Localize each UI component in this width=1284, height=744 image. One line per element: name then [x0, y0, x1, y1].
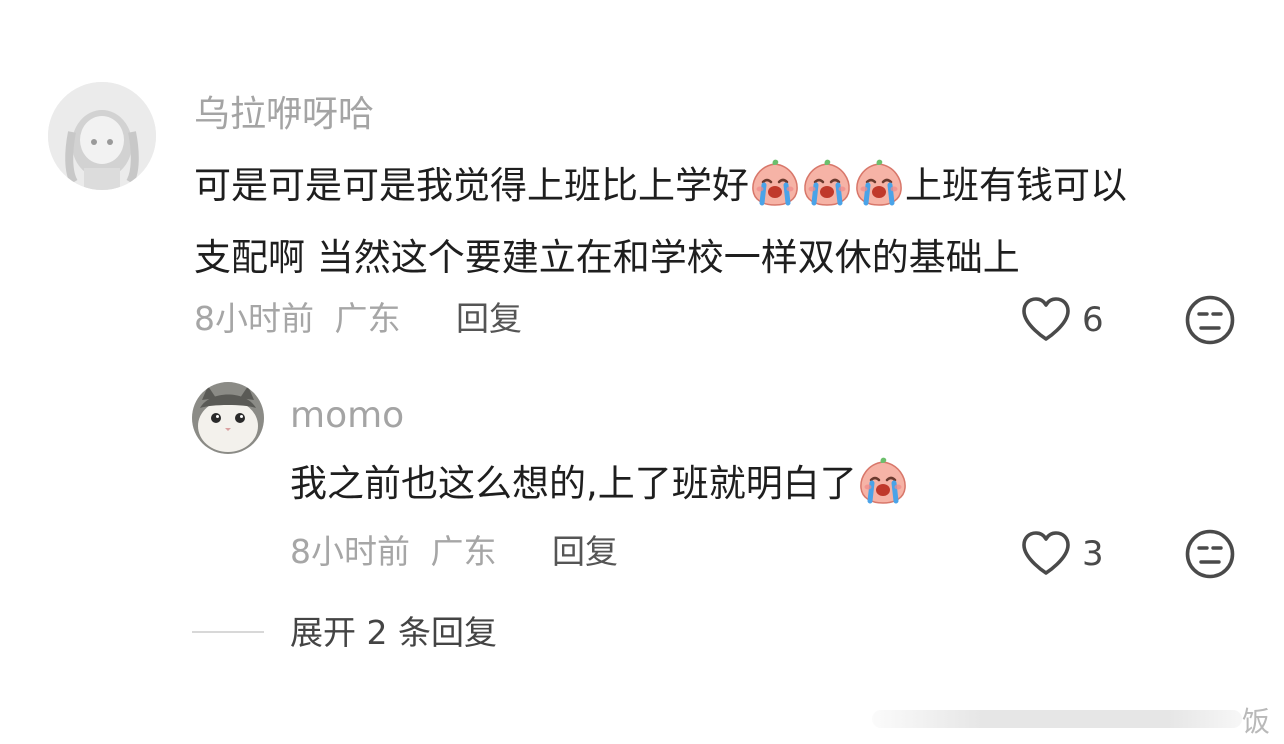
- reply-text: 我之前也这么想的,上了班就明白了: [290, 456, 1190, 509]
- reply-like-count: 3: [1082, 534, 1104, 574]
- reply-reply-button[interactable]: 回复: [552, 532, 618, 572]
- meh-face-icon[interactable]: [1184, 528, 1236, 580]
- comment-reply-button[interactable]: 回复: [456, 299, 522, 339]
- anime-girl-avatar-icon: [48, 82, 156, 190]
- cat-avatar-icon: [192, 382, 264, 454]
- expand-divider: [192, 631, 264, 633]
- watermark: 饭: [872, 702, 1272, 738]
- reply-text-content: 我之前也这么想的,上了班就明白了: [290, 462, 857, 505]
- crying-peach-emoji-icon: [801, 158, 853, 206]
- crying-peach-emoji-icon: [749, 158, 801, 206]
- comment-like-count: 6: [1082, 300, 1104, 340]
- commenter-avatar[interactable]: [48, 82, 156, 190]
- meh-face-icon[interactable]: [1184, 294, 1236, 346]
- comment-location: 广东: [334, 299, 401, 338]
- watermark-text: 饭: [1241, 705, 1270, 738]
- replier-username[interactable]: momo: [290, 394, 404, 438]
- comment-text-line1-tail: 上班有钱可以: [905, 164, 1127, 207]
- expand-replies-button[interactable]: 展开 2 条回复: [290, 613, 497, 653]
- comment-text-line1: 可是可是可是我觉得上班比上学好: [194, 164, 749, 207]
- crying-peach-emoji-icon: [857, 456, 909, 504]
- heart-outline-icon[interactable]: [1019, 530, 1073, 578]
- heart-outline-icon[interactable]: [1019, 296, 1073, 344]
- comment-text-line2: 支配啊 当然这个要建立在和学校一样双休的基础上: [194, 236, 1020, 279]
- replier-avatar[interactable]: [192, 382, 264, 454]
- commenter-username[interactable]: 乌拉咿呀哈: [194, 93, 374, 137]
- reply-time: 8小时前: [290, 532, 410, 571]
- comment-meta: 8小时前 广东: [194, 299, 401, 339]
- comment-text: 可是可是可是我觉得上班比上学好 上班有钱可以 支配啊 当然这个要建立在和学校一样双…: [194, 158, 1254, 283]
- crying-peach-emoji-icon: [853, 158, 905, 206]
- comment-time: 8小时前: [194, 299, 314, 338]
- reply-meta: 8小时前 广东: [290, 532, 497, 572]
- reply-location: 广东: [430, 532, 497, 571]
